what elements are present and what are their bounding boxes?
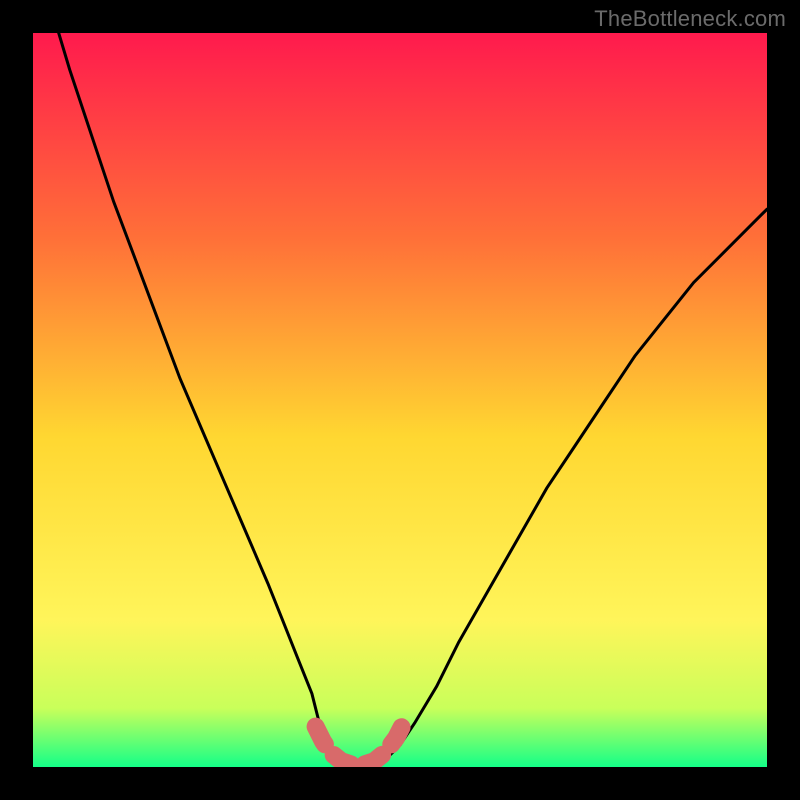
chart-canvas: [33, 33, 767, 767]
plot-area: [33, 33, 767, 767]
outer-frame: TheBottleneck.com: [0, 0, 800, 800]
watermark-text: TheBottleneck.com: [594, 6, 786, 32]
heat-background: [33, 33, 767, 767]
